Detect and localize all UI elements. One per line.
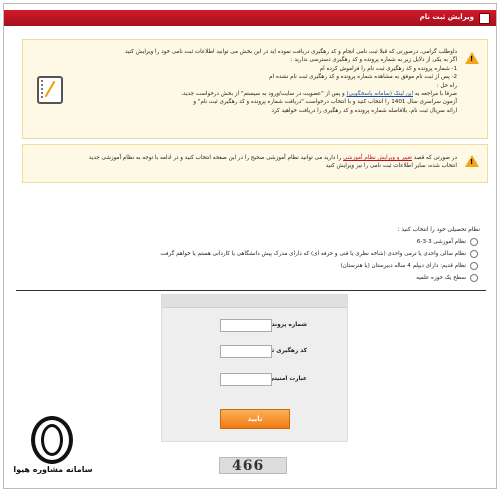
- radio-button[interactable]: [470, 274, 478, 282]
- option-label: سطح یک حوزه علمیه: [416, 275, 466, 281]
- notice-text: در صورتی که قصد: [413, 155, 457, 161]
- radio-button[interactable]: [470, 262, 478, 270]
- notice-line: آزمون سراسری سال 1401 را انتخاب کنید و ب…: [193, 99, 457, 106]
- watermark-logo: سامانه مشاوره هیوا: [13, 416, 93, 474]
- notice-line: 2- پس از ثبت نام موفق به مشاهده شماره پر…: [269, 74, 457, 81]
- option-label: نظام آموزشی 3-3-6: [416, 239, 466, 245]
- submit-button[interactable]: تایید: [220, 409, 290, 429]
- option-label: نظام قدیم: دارای دیپلم 4 ساله دبیرستان (…: [340, 263, 466, 269]
- security-code-input[interactable]: [220, 373, 272, 386]
- option-label: نظام سالی واحدی یا ترمی واحدی (شاخه نظری…: [160, 251, 466, 257]
- info-notice: ! داوطلب گرامی، درصورتی که قبلا ثبت نامی…: [22, 39, 488, 139]
- title-bar: ویرایش ثبت نام: [4, 10, 496, 26]
- radio-button[interactable]: [470, 238, 478, 246]
- radio-button[interactable]: [470, 250, 478, 258]
- system-notice-text: در صورتی که قصد تغییر و ویرایش نظام آموز…: [43, 154, 457, 171]
- notice-line: ارائه سریال ثبت نام، بلافاصله شماره پرون…: [271, 107, 457, 114]
- question-label: نظام تحصیلی خود را انتخاب کنید :: [397, 227, 480, 233]
- watermark-text: سامانه مشاوره هیوا: [13, 465, 93, 474]
- divider: [16, 290, 486, 291]
- captcha-image: 466: [219, 457, 287, 474]
- page-frame: ویرایش ثبت نام ! داوطلب گرامی، درصورتی ک…: [3, 3, 497, 489]
- security-code-label: عبارت امنیتی: [268, 376, 307, 382]
- form-header: [162, 295, 347, 308]
- notice-line: 1- شماره پرونده و کد رهگیری ثبت نام را ف…: [319, 65, 457, 72]
- notice-line: داوطلب گرامی، درصورتی که قبلا ثبت نامی ا…: [124, 49, 457, 55]
- notice-line: راه حل :: [436, 82, 457, 89]
- notice-line: اگر به یکی از دلایل زیر به شماره پرونده …: [290, 57, 457, 64]
- notice-line: در صورتی که قصد تغییر و ویرایش نظام آموز…: [43, 154, 457, 162]
- option-row[interactable]: نظام سالی واحدی یا ترمی واحدی (شاخه نظری…: [160, 250, 478, 258]
- case-number-label: شماره پرونده: [268, 322, 307, 328]
- system-notice: ! در صورتی که قصد تغییر و ویرایش نظام آم…: [22, 144, 488, 183]
- tracking-code-input[interactable]: [220, 345, 272, 358]
- option-row[interactable]: سطح یک حوزه علمیه: [416, 274, 478, 282]
- notice-line: صرفا با مراجعه به این لینک (سامانه پاسخگ…: [93, 90, 457, 98]
- notice-text: را دارید می توانید نظام آموزشی صحیح را د…: [88, 155, 342, 161]
- case-number-input[interactable]: [220, 319, 272, 332]
- notice-text: و پس از "عضویت در سایت/ورود به سیستم" از…: [181, 91, 345, 98]
- logo-inner-ring: [41, 424, 63, 456]
- option-row[interactable]: نظام قدیم: دارای دیپلم 4 ساله دبیرستان (…: [340, 262, 478, 270]
- warning-icon: !: [465, 52, 479, 64]
- notice-line: انتخاب شده، سایر اطلاعات ثبت نامی را نیز…: [325, 163, 457, 170]
- notebook-icon: [37, 76, 63, 104]
- page-title: ویرایش ثبت نام: [419, 13, 474, 21]
- support-link[interactable]: این لینک (سامانه پاسخگویی): [346, 91, 413, 97]
- warning-icon: !: [465, 155, 479, 167]
- option-row[interactable]: نظام آموزشی 3-3-6: [417, 238, 478, 246]
- edit-icon: [479, 13, 490, 24]
- notice-text: صرفا با مراجعه به: [414, 91, 457, 98]
- edit-system-link[interactable]: تغییر و ویرایش نظام آموزشی: [343, 155, 412, 161]
- info-text: داوطلب گرامی، درصورتی که قبلا ثبت نامی ا…: [93, 48, 457, 115]
- login-form: شماره پرونده کد رهگیری ثبت نام عبارت امن…: [161, 294, 348, 442]
